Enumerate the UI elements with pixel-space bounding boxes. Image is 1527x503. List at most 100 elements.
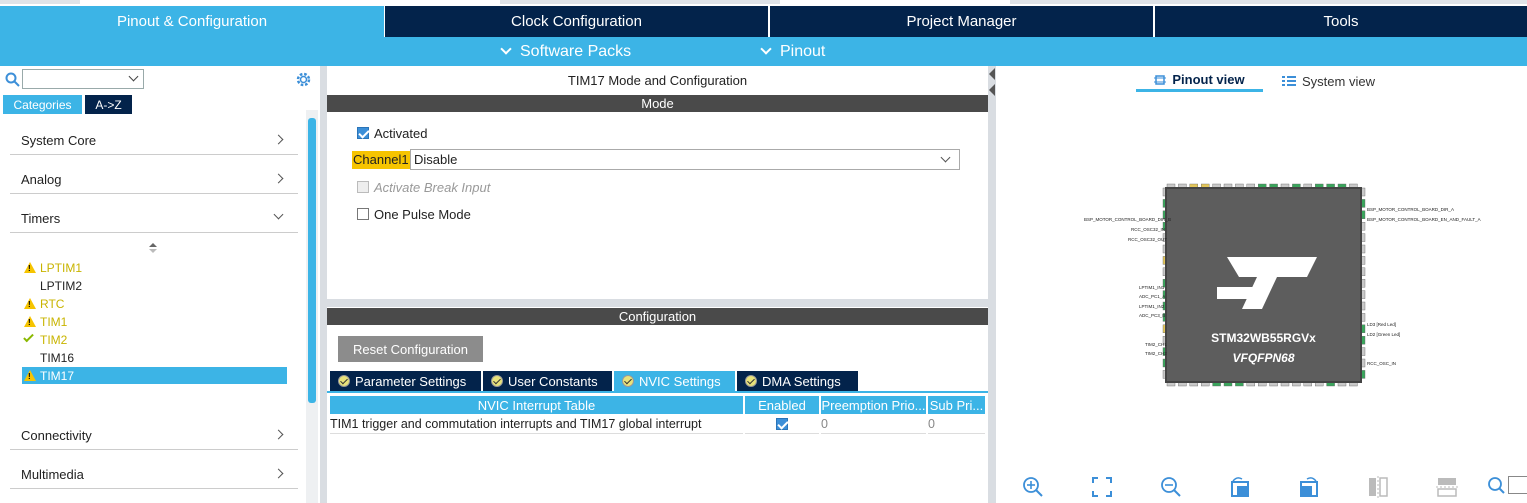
timer-item-tim1[interactable]: TIM1 bbox=[22, 313, 287, 330]
section-label: Timers bbox=[21, 211, 61, 226]
collapse-arrow-icon[interactable] bbox=[989, 68, 995, 98]
column-header-interrupt[interactable]: NVIC Interrupt Table bbox=[330, 396, 743, 414]
tab-system-view[interactable]: System view bbox=[1282, 70, 1375, 92]
tab-pinout-view[interactable]: Pinout view bbox=[1136, 70, 1263, 92]
mode-config-title: TIM17 Mode and Configuration bbox=[567, 72, 748, 88]
check-circle-icon bbox=[622, 375, 634, 387]
warning-icon bbox=[24, 316, 36, 327]
one-pulse-checkbox[interactable] bbox=[357, 208, 369, 220]
table-cell-sub-priority[interactable]: 0 bbox=[928, 415, 985, 434]
chevron-right-icon bbox=[273, 173, 284, 184]
tab-label: User Constants bbox=[508, 373, 598, 389]
search-chip-icon[interactable] bbox=[1487, 476, 1509, 498]
zoom-out-icon[interactable] bbox=[1160, 476, 1182, 498]
chip-search-input[interactable] bbox=[1508, 476, 1527, 494]
sort-icon[interactable] bbox=[148, 243, 158, 253]
tab-project-manager[interactable]: Project Manager bbox=[770, 6, 1153, 37]
gear-icon[interactable] bbox=[295, 71, 312, 88]
pin-label: RCC_OSC32_IN bbox=[1131, 227, 1166, 232]
channel1-select[interactable]: Disable bbox=[410, 149, 960, 170]
scrollbar-thumb[interactable] bbox=[308, 118, 316, 403]
tab-label: NVIC Settings bbox=[639, 373, 721, 389]
chevron-right-icon bbox=[273, 134, 284, 145]
pin-label: TIM2_CH2 bbox=[1145, 351, 1167, 356]
timer-label: RTC bbox=[40, 296, 65, 311]
pin-label: BSP_MOTOR_CONTROL_BOARD_EN_AND_FAULT_A bbox=[1367, 217, 1481, 222]
section-analog[interactable]: Analog bbox=[10, 166, 298, 194]
pin-label: LD2 [Green Led] bbox=[1367, 332, 1401, 337]
timer-item-tim16[interactable]: TIM16 bbox=[22, 349, 287, 366]
timer-item-tim17[interactable]: TIM17 bbox=[22, 367, 287, 384]
section-timers[interactable]: Timers bbox=[10, 205, 298, 233]
activated-checkbox[interactable] bbox=[357, 127, 369, 139]
column-header-preemption[interactable]: Preemption Prio... bbox=[821, 396, 926, 414]
break-input-checkbox[interactable] bbox=[357, 181, 369, 193]
timer-label: LPTIM2 bbox=[40, 278, 83, 293]
panel-splitter[interactable] bbox=[988, 66, 996, 503]
search-icon[interactable] bbox=[5, 72, 20, 87]
search-input[interactable] bbox=[22, 69, 144, 89]
reset-configuration-button[interactable]: Reset Configuration bbox=[338, 336, 483, 362]
categories-tab[interactable]: Categories bbox=[3, 95, 82, 114]
pinout-menu[interactable]: Pinout bbox=[760, 37, 825, 66]
flip-horizontal-icon[interactable] bbox=[1436, 476, 1458, 498]
timer-item-tim2[interactable]: TIM2 bbox=[22, 331, 287, 348]
table-cell-preemption[interactable]: 0 bbox=[821, 415, 926, 434]
tab-user-constants[interactable]: User Constants bbox=[483, 371, 612, 391]
rotate-right-icon[interactable] bbox=[1229, 476, 1251, 498]
section-label: Analog bbox=[21, 172, 62, 187]
flip-vertical-icon[interactable] bbox=[1367, 476, 1389, 498]
tab-clock-configuration[interactable]: Clock Configuration bbox=[385, 6, 768, 37]
rotate-left-icon[interactable] bbox=[1298, 476, 1320, 498]
mcu-chip[interactable]: STM32WB55RGVx VFQFPN68 bbox=[1165, 187, 1362, 383]
timer-label: TIM17 bbox=[40, 368, 75, 383]
chevron-down-icon bbox=[500, 43, 512, 55]
chevron-down-icon bbox=[760, 43, 772, 55]
check-circle-icon bbox=[338, 375, 350, 387]
table-cell-enabled bbox=[745, 415, 819, 434]
chip-name: STM32WB55RGVx bbox=[1211, 331, 1316, 345]
tab-pinout-configuration[interactable]: Pinout & Configuration bbox=[0, 6, 384, 37]
timer-label: LPTIM1 bbox=[40, 260, 83, 275]
section-splitter[interactable] bbox=[327, 299, 988, 307]
pin-label: LPTIM1_IN1 bbox=[1139, 285, 1165, 290]
strip-segment bbox=[1010, 0, 1527, 4]
pin-label: LD3 [Red Led] bbox=[1367, 322, 1397, 327]
zoom-in-icon[interactable] bbox=[1022, 476, 1044, 498]
strip-segment bbox=[500, 0, 780, 4]
pin-label: BSP_MOTOR_CONTROL_BOARD_DIR_A bbox=[1367, 207, 1454, 212]
timer-item-rtc[interactable]: RTC bbox=[22, 295, 287, 312]
column-header-sub-priority[interactable]: Sub Pri... bbox=[928, 396, 985, 414]
section-multimedia[interactable]: Multimedia bbox=[10, 461, 298, 489]
activated-label: Activated bbox=[374, 126, 428, 141]
chevron-down-icon bbox=[128, 71, 139, 82]
tab-label: System view bbox=[1302, 73, 1375, 89]
chevron-down-icon bbox=[273, 209, 284, 220]
fit-to-screen-icon[interactable] bbox=[1091, 476, 1113, 498]
list-icon bbox=[1282, 76, 1296, 86]
tab-tools[interactable]: Tools bbox=[1155, 6, 1527, 37]
az-tab[interactable]: A->Z bbox=[85, 95, 132, 114]
section-connectivity[interactable]: Connectivity bbox=[10, 422, 298, 450]
strip-segment bbox=[0, 0, 80, 4]
tab-dma-settings[interactable]: DMA Settings bbox=[737, 371, 858, 391]
check-circle-icon bbox=[491, 375, 503, 387]
enabled-checkbox[interactable] bbox=[776, 418, 788, 430]
section-label: Multimedia bbox=[21, 467, 84, 482]
sub-menu-bar: Software Packs Pinout bbox=[0, 37, 1527, 66]
column-header-enabled[interactable]: Enabled bbox=[745, 396, 819, 414]
timer-label: TIM1 bbox=[40, 314, 68, 329]
tab-underline bbox=[327, 391, 988, 393]
tab-nvic-settings[interactable]: NVIC Settings bbox=[614, 371, 735, 391]
pin-label: LPTIM1_IN2 bbox=[1139, 304, 1165, 309]
software-packs-menu[interactable]: Software Packs bbox=[500, 37, 631, 66]
tab-parameter-settings[interactable]: Parameter Settings bbox=[330, 371, 481, 391]
pin-label: ADC_PC1_A bbox=[1139, 294, 1166, 299]
section-system-core[interactable]: System Core bbox=[10, 127, 298, 155]
timer-item-lptim2[interactable]: LPTIM2 bbox=[22, 277, 287, 294]
pin-label: RCC_OSC_IN bbox=[1367, 361, 1397, 366]
panel-splitter[interactable] bbox=[320, 66, 327, 503]
tab-label: Pinout view bbox=[1172, 72, 1245, 87]
check-icon bbox=[23, 331, 34, 343]
timer-item-lptim1[interactable]: LPTIM1 bbox=[22, 259, 287, 276]
